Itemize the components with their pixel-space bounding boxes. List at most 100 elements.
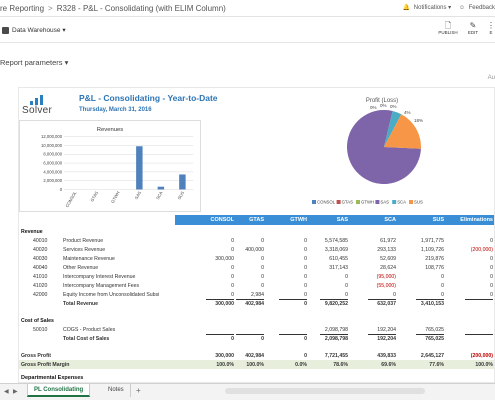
- total-cost-of-sales-row: Total Cost of Sales 0 0 0 2,098,798 192,204 76…: [19, 334, 494, 343]
- tab-notes[interactable]: Notes: [102, 384, 131, 397]
- table-row: 42000 Equity Income from Unconsolidated S…: [19, 290, 494, 299]
- chevron-down-icon[interactable]: ▾: [448, 4, 451, 11]
- gross-profit-row: Gross Profit 300,000 402,984 0 7,721,455 439,…: [19, 351, 494, 360]
- report-parameters-toggle[interactable]: Report parameters ▾: [0, 58, 68, 67]
- table-row: 40040 Other Revenue 0 0 0 317,143 28,624 108,77…: [19, 263, 494, 272]
- cell-value: 0: [304, 237, 307, 244]
- cell-value: 69.6%: [381, 361, 396, 368]
- legend-label: SUS: [414, 200, 423, 205]
- notifications-button[interactable]: Notifications: [414, 5, 447, 11]
- cell-value: 0: [231, 264, 234, 271]
- top-bar: re Reporting > R328 - P&L - Consolidating …: [0, 0, 495, 17]
- more-icon: ⋮: [487, 21, 495, 30]
- cell-value: 0: [304, 264, 307, 271]
- x-tick-label: SUS: [177, 190, 186, 200]
- row-label: Other Revenue: [63, 264, 99, 271]
- section-departmental-expenses: Departmental Expenses: [21, 375, 84, 381]
- database-icon: [2, 26, 9, 34]
- breadcrumb-app[interactable]: re Reporting: [0, 4, 44, 13]
- breadcrumb-report[interactable]: R328 - P&L - Consolidating (with ELIM Co…: [57, 4, 226, 13]
- edit-icon: ✎: [469, 21, 477, 30]
- y-tick-label: 0: [60, 187, 63, 192]
- account-code: 41020: [33, 282, 48, 289]
- cell-value: 0: [261, 273, 264, 280]
- more-button[interactable]: ⋮ E: [487, 21, 495, 35]
- y-tick-label: 2,000,000: [43, 178, 62, 183]
- legend-swatch: [375, 200, 380, 204]
- y-tick-label: 4,000,000: [43, 169, 62, 174]
- next-sheet-icon[interactable]: ▶: [13, 388, 18, 395]
- toolbar: Data Warehouse ▾ 🗋 PUBLISH ✎ EDIT ⋮ E: [0, 17, 495, 43]
- revenues-bar-chart: Revenues 0 2,000,000 4,000,000 6,000,000 8,00…: [19, 120, 201, 212]
- cell-value: 0: [345, 273, 348, 280]
- logo-text: Solver: [22, 105, 53, 116]
- legend-label: SCA: [397, 200, 406, 205]
- cell-value: 28,624: [380, 264, 396, 271]
- cell-value: 765,025: [425, 335, 444, 342]
- bar-chart-title: Revenues: [97, 127, 123, 133]
- pie-percent-label: 0%: [390, 104, 397, 109]
- account-code: 40030: [33, 255, 48, 262]
- cell-value: 0: [441, 282, 444, 289]
- report-canvas: Solver P&L - Consolidating - Year-to-Dat…: [18, 87, 495, 383]
- cell-value: 1,971,775: [420, 237, 444, 244]
- column-header: SUS: [432, 216, 444, 223]
- column-header-bar: CONSOLGTASGTWHSASSCASUSEliminationsC: [175, 215, 494, 225]
- column-header: CONSOL: [210, 216, 234, 223]
- y-tick-label: 12,000,000: [41, 134, 63, 139]
- table-row: 50010 COGS - Product Sales 2,098,798 192,20…: [19, 325, 494, 334]
- cell-value: (200,000): [470, 246, 493, 253]
- document-icon: 🗋: [444, 21, 452, 30]
- data-warehouse-selector[interactable]: Data Warehouse ▾: [2, 26, 66, 34]
- cell-value: 7,721,455: [324, 352, 348, 359]
- legend-label: SAS: [380, 200, 389, 205]
- legend-swatch: [392, 200, 397, 204]
- column-header: GTWH: [290, 216, 307, 223]
- column-header: SCA: [384, 216, 396, 223]
- feedback-icon[interactable]: ☺: [459, 5, 465, 11]
- auto-label: Au: [487, 75, 495, 81]
- cell-value: 300,000: [215, 352, 234, 359]
- report-date: Thursday, March 31, 2016: [79, 107, 152, 113]
- cell-value: 300,000: [215, 255, 234, 262]
- cell-value: 300,000: [215, 300, 234, 307]
- publish-button[interactable]: 🗋 PUBLISH: [437, 21, 459, 35]
- y-tick-label: 6,000,000: [43, 161, 62, 166]
- prev-sheet-icon[interactable]: ◀: [4, 388, 9, 395]
- topbar-right: 🔔 Notifications ▾ ☺ Feedback: [403, 4, 495, 12]
- chevron-down-icon: ▾: [64, 58, 69, 67]
- tab-pl-consolidating[interactable]: PL Consolidating: [27, 384, 91, 397]
- cell-value: 192,204: [377, 326, 396, 333]
- pie-percent-label: 0%: [380, 103, 387, 108]
- cell-value: 0: [231, 237, 234, 244]
- horizontal-scrollbar[interactable]: [225, 388, 425, 394]
- row-label: Maintenance Revenue: [63, 255, 115, 262]
- cell-value: 0: [231, 291, 234, 298]
- cell-value: 2,098,798: [324, 335, 348, 342]
- feedback-button[interactable]: Feedback: [469, 5, 495, 11]
- y-tick-label: 8,000,000: [43, 152, 62, 157]
- bar-sus: [179, 174, 186, 190]
- cell-value: 78.6%: [333, 361, 348, 368]
- cell-value: (55,000): [376, 282, 396, 289]
- x-tick-label: SAS: [134, 190, 143, 200]
- add-sheet-button[interactable]: +: [136, 386, 141, 395]
- column-header: GTAS: [249, 216, 264, 223]
- x-tick-label: GTWH: [110, 190, 121, 204]
- cell-value: 61,972: [380, 237, 396, 244]
- bell-icon[interactable]: 🔔: [403, 4, 410, 11]
- cell-value: 0: [304, 300, 307, 307]
- cell-value: 219,876: [425, 255, 444, 262]
- row-label: Total Revenue: [63, 300, 99, 307]
- cell-value: 1,109,726: [420, 246, 444, 253]
- table-row: 40010 Product Revenue 0 0 0 5,574,585 61,972 1,…: [19, 236, 494, 245]
- legend-swatch: [356, 200, 360, 204]
- edit-button[interactable]: ✎ EDIT: [462, 21, 484, 35]
- cell-value: 0: [345, 282, 348, 289]
- cell-value: 0: [345, 291, 348, 298]
- sheet-tabs: ◀ ▶ PL Consolidating Notes +: [0, 383, 495, 400]
- cell-value: 0: [490, 291, 493, 298]
- row-label: Product Revenue: [63, 237, 104, 244]
- toolbar-actions: 🗋 PUBLISH ✎ EDIT ⋮ E: [437, 21, 495, 35]
- section-cost-of-sales: Cost of Sales: [19, 316, 494, 325]
